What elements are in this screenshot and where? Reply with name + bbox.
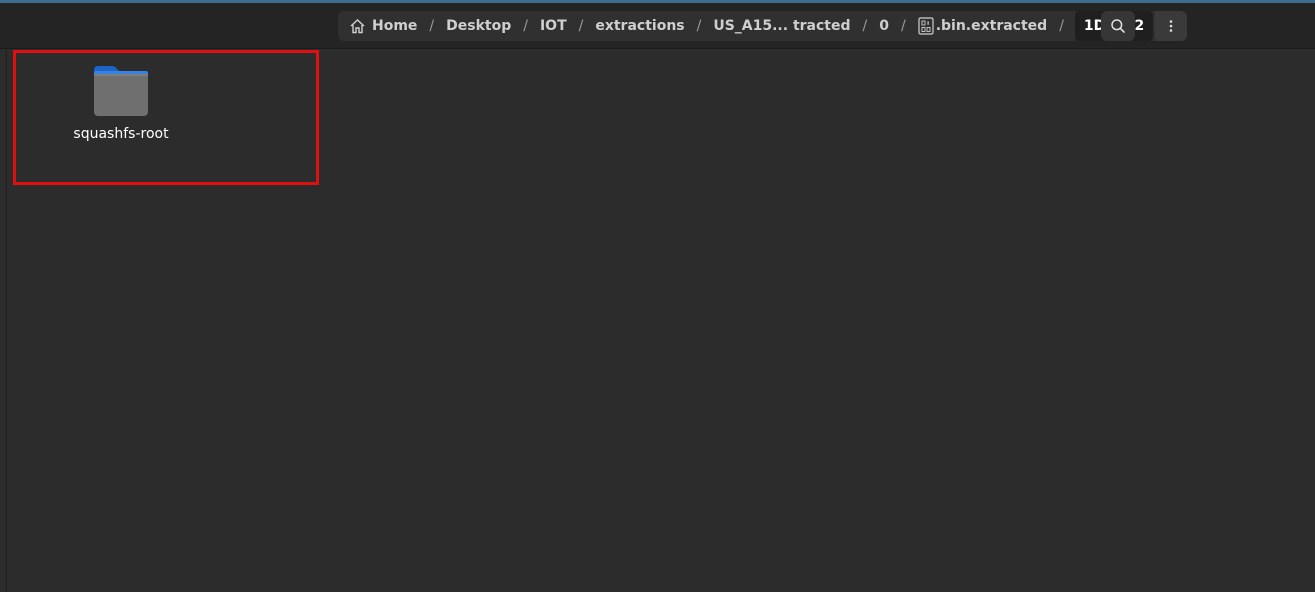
file-view[interactable]: squashfs-root [0, 50, 1315, 592]
breadcrumb-label: .bin.extracted [935, 18, 1048, 34]
kebab-menu-icon [1169, 20, 1173, 32]
breadcrumb-0[interactable]: 0 [876, 11, 892, 41]
breadcrumb: Home / Desktop / IOT / extractions / US_… [338, 11, 1188, 41]
breadcrumb-extractions[interactable]: extractions [592, 11, 687, 41]
folder-icon [94, 66, 148, 116]
breadcrumb-separator: / [900, 18, 906, 34]
breadcrumb-home[interactable]: Home [346, 11, 420, 41]
folder-name: squashfs-root [73, 126, 169, 142]
breadcrumb-separator: / [1059, 18, 1064, 34]
breadcrumb-label: Desktop [446, 18, 512, 34]
breadcrumb-separator: / [429, 18, 435, 34]
path-menu-button[interactable] [1155, 11, 1188, 41]
breadcrumb-label: Home [372, 18, 418, 34]
breadcrumb-label: extractions [595, 18, 685, 34]
breadcrumb-label: IOT [539, 18, 567, 34]
binary-file-icon [918, 17, 934, 35]
breadcrumb-desktop[interactable]: Desktop [443, 11, 514, 41]
breadcrumb-separator: / [578, 18, 584, 34]
breadcrumb-separator: / [523, 18, 528, 34]
home-icon [350, 19, 365, 34]
folder-item-squashfs-root[interactable]: squashfs-root [66, 62, 176, 142]
breadcrumb-separator: / [862, 18, 868, 34]
breadcrumb-label: US_A15... tracted [713, 18, 851, 34]
breadcrumb-iot[interactable]: IOT [537, 11, 570, 41]
search-icon [1111, 19, 1125, 33]
breadcrumb-us-a15-extracted[interactable]: US_A15... tracted [710, 11, 853, 41]
search-button[interactable] [1101, 11, 1135, 41]
breadcrumb-bin-extracted[interactable]: .bin.extracted [915, 11, 1051, 41]
breadcrumb-separator: / [696, 18, 702, 34]
breadcrumb-label: 0 [879, 18, 889, 34]
header-bar: Home / Desktop / IOT / extractions / US_… [0, 3, 1315, 49]
sidebar-divider [6, 50, 7, 592]
